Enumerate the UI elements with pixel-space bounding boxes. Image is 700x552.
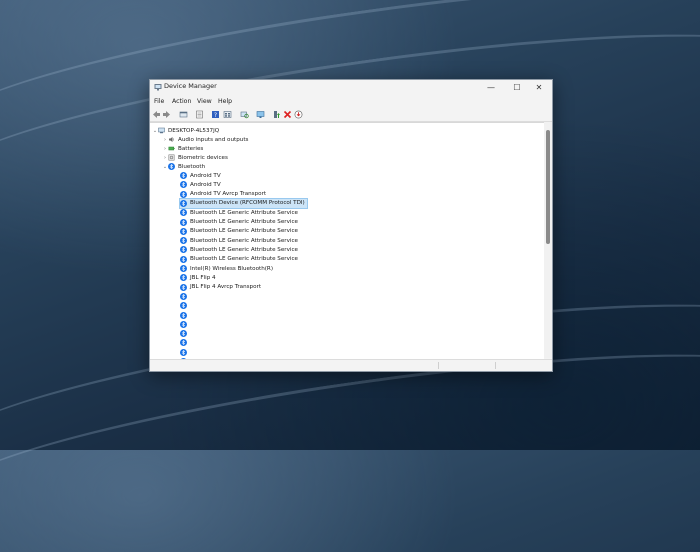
tree-root[interactable]: ⌄ DESKTOP-4L537JQ	[152, 126, 219, 135]
menu-bar: File Action View Help	[150, 97, 552, 107]
status-bar	[150, 359, 552, 371]
bluetooth-icon	[180, 330, 187, 338]
svg-text:?: ?	[214, 112, 217, 119]
back-icon[interactable]	[152, 110, 161, 119]
bluetooth-device-item[interactable]: JBL Flip 4 Avrcp Transport	[180, 283, 261, 292]
bluetooth-device-item[interactable]: JBL Flip 4	[180, 273, 216, 282]
bluetooth-device-item[interactable]: Bluetooth LE Generic Attribute Service	[180, 236, 298, 245]
bluetooth-device-item[interactable]	[180, 292, 190, 301]
scrollbar-thumb[interactable]	[546, 130, 550, 244]
device-label: Android TV	[190, 181, 221, 188]
device-label: Android TV Avrcp Transport	[190, 191, 267, 198]
vertical-scrollbar[interactable]	[544, 122, 552, 358]
bluetooth-icon	[180, 283, 187, 291]
menu-file[interactable]: File	[154, 98, 164, 105]
minimize-button[interactable]: —	[478, 80, 504, 95]
bluetooth-icon	[180, 265, 187, 272]
category-label: Bluetooth	[178, 163, 206, 170]
speaker-icon	[169, 137, 175, 142]
device-label: Bluetooth LE Generic Attribute Service	[190, 219, 298, 225]
bluetooth-icon	[180, 218, 187, 226]
device-label: Bluetooth LE Generic Attribute Service	[190, 228, 298, 235]
bluetooth-device-item[interactable]: Android TV Avrcp Transport	[180, 190, 266, 199]
bluetooth-icon	[180, 237, 187, 245]
forward-icon[interactable]	[162, 110, 171, 119]
device-label: Bluetooth LE Generic Attribute Service	[190, 256, 298, 263]
category-label: Batteries	[178, 145, 204, 152]
bluetooth-device-item[interactable]: Bluetooth LE Generic Attribute Service	[180, 218, 298, 227]
bluetooth-device-item[interactable]: Bluetooth LE Generic Attribute Service	[180, 245, 298, 254]
bluetooth-icon	[180, 227, 187, 235]
bluetooth-icon	[180, 172, 187, 179]
computer-icon	[158, 127, 165, 134]
monitor-icon[interactable]	[256, 110, 265, 119]
root-label: DESKTOP-4L537JQ	[168, 127, 220, 134]
scan-icon[interactable]	[240, 110, 249, 119]
bluetooth-icon	[180, 246, 187, 254]
battery-icon	[168, 146, 175, 151]
tree-category-audio[interactable]: › Audio inputs and outputs	[162, 135, 248, 144]
menu-action[interactable]: Action	[172, 98, 191, 105]
device-manager-icon	[154, 84, 162, 91]
bluetooth-device-item[interactable]: Bluetooth Device (RFCOMM Protocol TDI)	[179, 197, 308, 209]
tree-category-bluetooth[interactable]: ⌄ Bluetooth	[162, 162, 205, 171]
bluetooth-device-item[interactable]	[180, 348, 190, 357]
tree-category-batteries[interactable]: › Batteries	[162, 144, 203, 153]
device-label: JBL Flip 4	[190, 274, 216, 281]
bluetooth-icon	[180, 209, 187, 217]
bluetooth-icon	[180, 302, 187, 310]
device-label: JBL Flip 4 Avrcp Transport	[190, 284, 262, 291]
bluetooth-icon	[180, 199, 187, 207]
bluetooth-device-item[interactable]: Android TV	[180, 171, 221, 180]
tree-category-biometric[interactable]: › Biometric devices	[162, 153, 228, 162]
bluetooth-icon	[180, 320, 187, 328]
category-label: Biometric devices	[178, 154, 228, 161]
bluetooth-icon	[180, 255, 187, 263]
device-label: Bluetooth Device (RFCOMM Protocol TDI)	[190, 200, 305, 207]
bluetooth-icon	[180, 311, 187, 319]
toolbar: ?	[150, 108, 552, 122]
bluetooth-device-item[interactable]	[180, 311, 190, 320]
bluetooth-icon	[168, 163, 175, 170]
status-divider	[438, 362, 439, 369]
device-label: Bluetooth LE Generic Attribute Service	[190, 209, 298, 216]
view-icon[interactable]	[223, 110, 232, 119]
bluetooth-icon	[180, 181, 187, 189]
bluetooth-device-item[interactable]	[180, 301, 190, 310]
bluetooth-icon	[180, 292, 187, 300]
biometric-icon	[168, 154, 175, 161]
device-manager-window: Device Manager — ☐ ✕ File Action View He…	[149, 79, 553, 372]
device-tree[interactable]: ⌄ DESKTOP-4L537JQ › Audio inputs and out…	[150, 122, 544, 359]
bluetooth-icon	[180, 190, 187, 198]
device-label: Intel(R) Wireless Bluetooth(R)	[190, 265, 274, 272]
device-label: Bluetooth LE Generic Attribute Service	[190, 237, 298, 244]
download-icon[interactable]	[294, 110, 303, 119]
bluetooth-device-item[interactable]: Intel(R) Wireless Bluetooth(R)	[180, 264, 273, 273]
title-bar[interactable]: Device Manager — ☐ ✕	[150, 80, 552, 95]
category-label: Audio inputs and outputs	[178, 136, 249, 143]
uninstall-icon[interactable]	[283, 110, 292, 119]
bluetooth-device-item[interactable]	[180, 329, 190, 338]
bluetooth-device-item[interactable]	[180, 338, 190, 347]
bluetooth-device-item[interactable]: Android TV	[180, 180, 221, 189]
menu-help[interactable]: Help	[218, 98, 232, 105]
device-label: Bluetooth LE Generic Attribute Service	[190, 246, 298, 253]
device-list-icon[interactable]	[195, 110, 204, 119]
update-driver-icon[interactable]	[272, 110, 281, 119]
properties-icon[interactable]	[179, 110, 188, 119]
window-title: Device Manager	[164, 82, 217, 90]
close-button[interactable]: ✕	[526, 80, 552, 95]
bluetooth-icon	[180, 274, 187, 282]
device-label: Android TV	[190, 172, 221, 179]
bluetooth-device-item[interactable]: Bluetooth LE Generic Attribute Service	[180, 255, 298, 264]
help-icon[interactable]: ?	[211, 110, 220, 119]
bluetooth-device-item[interactable]	[180, 320, 190, 329]
menu-view[interactable]: View	[197, 98, 212, 105]
bluetooth-icon	[180, 348, 187, 356]
bluetooth-icon	[180, 339, 187, 347]
bluetooth-device-item[interactable]: Bluetooth LE Generic Attribute Service	[180, 208, 298, 217]
bluetooth-device-item[interactable]: Bluetooth LE Generic Attribute Service	[180, 227, 298, 236]
status-divider	[495, 362, 496, 369]
